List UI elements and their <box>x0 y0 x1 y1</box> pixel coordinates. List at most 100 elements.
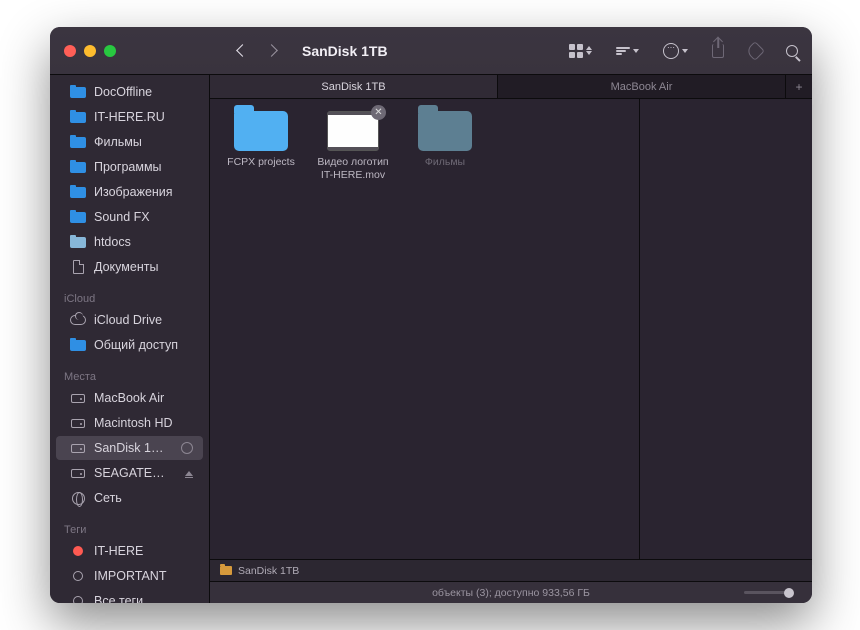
sidebar-item-label: SEAGATE… <box>94 466 165 480</box>
sidebar-heading-tags: Теги <box>50 520 209 538</box>
group-by-button[interactable] <box>616 47 639 55</box>
sidebar-item-tag-important[interactable]: IMPORTANT <box>56 564 203 588</box>
sidebar-item-all-tags[interactable]: Все теги… <box>56 589 203 603</box>
document-icon <box>73 260 84 274</box>
window-body: DocOffline IT-HERE.RU Фильмы Программы И… <box>50 75 812 603</box>
window-title: SanDisk 1TB <box>302 43 388 59</box>
grid-icon <box>569 44 583 58</box>
column-view: FCPX projects ✕ Видео логотип IT-HERE.mo… <box>210 99 812 559</box>
file-item-folder-dim[interactable]: Фильмы <box>406 111 484 182</box>
tags-button[interactable] <box>748 44 762 58</box>
column-2[interactable] <box>640 99 812 559</box>
icon-size-slider[interactable] <box>744 588 794 598</box>
disk-icon <box>71 469 85 478</box>
sidebar-heading-locations: Места <box>50 367 209 385</box>
sidebar-item-films[interactable]: Фильмы <box>56 130 203 154</box>
folder-icon <box>70 112 86 123</box>
chevron-down-icon <box>633 49 639 53</box>
share-button[interactable] <box>712 44 724 58</box>
computer-icon <box>71 394 85 403</box>
sidebar-item-seagate[interactable]: SEAGATE… <box>56 461 203 485</box>
drive-icon <box>220 566 232 575</box>
chevron-updown-icon <box>586 46 592 55</box>
file-item-folder[interactable]: FCPX projects <box>222 111 300 182</box>
sidebar-item-images[interactable]: Изображения <box>56 180 203 204</box>
search-icon <box>786 45 798 57</box>
sidebar-item-label: Macintosh HD <box>94 416 173 430</box>
close-button[interactable] <box>64 45 76 57</box>
view-mode-button[interactable] <box>569 44 592 58</box>
sidebar[interactable]: DocOffline IT-HERE.RU Фильмы Программы И… <box>50 75 210 603</box>
sidebar-item-sandisk[interactable]: SanDisk 1… <box>56 436 203 460</box>
folder-icon <box>234 111 288 151</box>
sidebar-item-label: IT-HERE <box>94 544 143 558</box>
file-grid: FCPX projects ✕ Видео логотип IT-HERE.mo… <box>222 111 627 182</box>
sidebar-item-label: IT-HERE.RU <box>94 110 165 124</box>
minimize-button[interactable] <box>84 45 96 57</box>
sidebar-item-shared[interactable]: Общий доступ <box>56 333 203 357</box>
sidebar-item-programs[interactable]: Программы <box>56 155 203 179</box>
search-button[interactable] <box>786 45 798 57</box>
timemachine-icon <box>181 442 193 454</box>
sidebar-item-label: Программы <box>94 160 162 174</box>
path-segment[interactable]: SanDisk 1TB <box>238 565 299 577</box>
folder-icon <box>70 340 86 351</box>
sidebar-item-label: htdocs <box>94 235 131 249</box>
sidebar-item-label: DocOffline <box>94 85 152 99</box>
sidebar-item-documents[interactable]: Документы <box>56 255 203 279</box>
sidebar-item-network[interactable]: Сеть <box>56 486 203 510</box>
path-bar[interactable]: SanDisk 1TB <box>210 559 812 581</box>
network-icon <box>72 492 85 505</box>
sidebar-item-label: iCloud Drive <box>94 313 162 327</box>
sidebar-item-macintoshhd[interactable]: Macintosh HD <box>56 411 203 435</box>
sidebar-item-icloud-drive[interactable]: iCloud Drive <box>56 308 203 332</box>
back-button[interactable] <box>236 44 249 57</box>
folder-icon <box>70 237 86 248</box>
sidebar-item-macbookair[interactable]: MacBook Air <box>56 386 203 410</box>
slider-knob[interactable] <box>784 588 794 598</box>
file-item-movie[interactable]: ✕ Видео логотип IT-HERE.mov <box>314 111 392 182</box>
folder-icon <box>418 111 472 151</box>
sidebar-item-label: Изображения <box>94 185 173 199</box>
finder-window: SanDisk 1TB <box>50 27 812 603</box>
file-label: Видео логотип IT-HERE.mov <box>314 156 392 182</box>
cloud-icon <box>70 315 86 325</box>
main-area: SanDisk 1TB MacBook Air + FCPX projects … <box>210 75 812 603</box>
action-menu-button[interactable] <box>663 43 688 59</box>
sidebar-item-docoffline[interactable]: DocOffline <box>56 80 203 104</box>
stack-icon <box>616 47 630 55</box>
file-label: Фильмы <box>425 156 465 169</box>
tab-sandisk[interactable]: SanDisk 1TB <box>210 75 498 98</box>
tag-dot-icon <box>73 571 83 581</box>
sidebar-item-tag-ithere[interactable]: IT-HERE <box>56 539 203 563</box>
nav-buttons <box>238 46 276 55</box>
toolbar-right <box>569 43 798 59</box>
folder-icon <box>70 137 86 148</box>
sidebar-item-soundfx[interactable]: Sound FX <box>56 205 203 229</box>
traffic-lights <box>64 45 116 57</box>
disk-icon <box>71 419 85 428</box>
ellipsis-circle-icon <box>663 43 679 59</box>
titlebar: SanDisk 1TB <box>50 27 812 75</box>
sidebar-heading-icloud: iCloud <box>50 289 209 307</box>
sidebar-item-label: Общий доступ <box>94 338 178 352</box>
new-tab-button[interactable]: + <box>786 75 812 98</box>
file-label: FCPX projects <box>227 156 295 169</box>
forward-button[interactable] <box>265 44 278 57</box>
sidebar-item-htdocs[interactable]: htdocs <box>56 230 203 254</box>
sidebar-item-label: Документы <box>94 260 158 274</box>
tag-dot-icon <box>73 596 83 603</box>
remove-badge-icon[interactable]: ✕ <box>371 105 386 120</box>
status-text: объекты (3); доступно 933,56 ГБ <box>432 587 590 599</box>
sidebar-item-label: Фильмы <box>94 135 142 149</box>
tag-icon <box>745 41 765 61</box>
tab-label: SanDisk 1TB <box>321 81 385 93</box>
sidebar-item-ithere[interactable]: IT-HERE.RU <box>56 105 203 129</box>
folder-icon <box>70 187 86 198</box>
eject-icon[interactable] <box>185 471 193 476</box>
tab-macbookair[interactable]: MacBook Air <box>498 75 786 98</box>
column-1[interactable]: FCPX projects ✕ Видео логотип IT-HERE.mo… <box>210 99 640 559</box>
folder-icon <box>70 212 86 223</box>
tab-bar: SanDisk 1TB MacBook Air + <box>210 75 812 99</box>
zoom-button[interactable] <box>104 45 116 57</box>
